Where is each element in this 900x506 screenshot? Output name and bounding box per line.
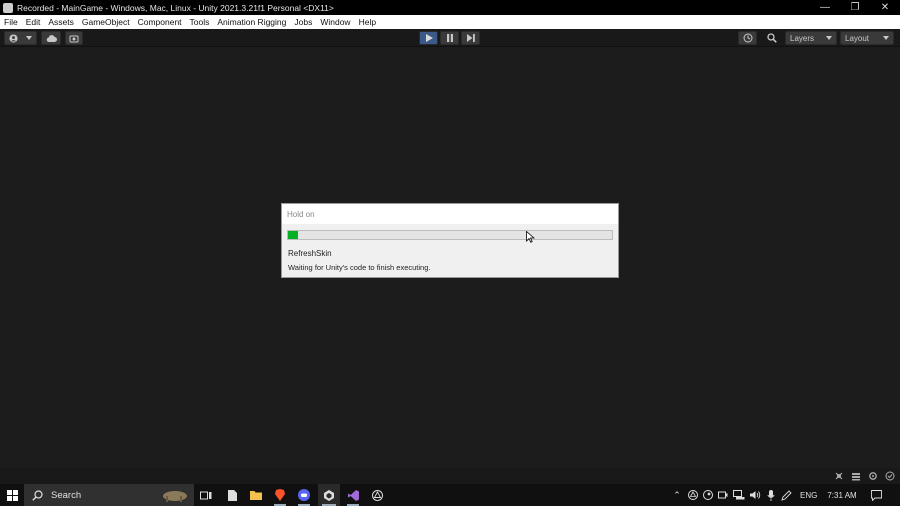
window-controls: — ❐ ✕ — [810, 0, 900, 15]
menu-bar: File Edit Assets GameObject Component To… — [0, 15, 900, 29]
layers-label: Layers — [790, 33, 815, 43]
progress-bar — [287, 230, 613, 240]
taskbar-search[interactable]: Search — [24, 484, 194, 506]
layout-dropdown[interactable]: Layout — [840, 31, 894, 45]
step-icon — [466, 34, 475, 42]
layers-stack-icon[interactable] — [851, 471, 861, 481]
file-icon — [227, 489, 237, 501]
chevron-down-icon — [826, 36, 832, 40]
discord-icon — [298, 489, 310, 501]
restore-button[interactable]: ❐ — [840, 0, 870, 15]
menu-animation-rigging[interactable]: Animation Rigging — [213, 17, 290, 27]
menu-file[interactable]: File — [0, 17, 22, 27]
layout-label: Layout — [845, 33, 870, 43]
steam-tray-icon[interactable] — [703, 490, 713, 500]
taskbar-app-explorer[interactable] — [246, 484, 266, 506]
account-icon — [9, 33, 18, 43]
menu-tools[interactable]: Tools — [186, 17, 214, 27]
start-button[interactable] — [0, 484, 24, 506]
task-view-button[interactable] — [196, 484, 216, 506]
taskbar-app-notepad[interactable] — [222, 484, 242, 506]
menu-edit[interactable]: Edit — [22, 17, 45, 27]
pause-icon — [446, 34, 453, 42]
visual-studio-icon — [347, 489, 359, 501]
step-button[interactable] — [461, 31, 480, 45]
search-icon — [32, 489, 43, 501]
microphone-icon[interactable] — [767, 489, 775, 501]
dialog-title: Hold on — [282, 204, 618, 224]
menu-window[interactable]: Window — [316, 17, 354, 27]
unity-hub-icon — [324, 489, 334, 501]
debug-icon[interactable] — [834, 471, 844, 481]
editor-toolbar: Layers Layout — [0, 29, 900, 47]
mouse-cursor-icon — [526, 231, 535, 243]
play-button[interactable] — [419, 31, 438, 45]
input-language[interactable]: ENG — [800, 491, 817, 500]
windows-logo-icon — [6, 489, 18, 501]
pen-tray-icon[interactable] — [781, 489, 792, 501]
windows-taskbar: Search ⌃ ENG 7:31 AM — [0, 484, 900, 506]
play-icon — [425, 34, 433, 42]
history-button[interactable] — [738, 31, 757, 45]
progress-dialog: Hold on RefreshSkin Waiting for Unity's … — [281, 203, 619, 278]
camera-tray-icon[interactable] — [718, 490, 728, 500]
cloud-icon — [46, 35, 57, 42]
taskbar-app-discord[interactable] — [294, 484, 314, 506]
search-button[interactable] — [762, 31, 781, 45]
account-dropdown[interactable] — [4, 31, 37, 45]
progress-spinner-icon[interactable] — [885, 471, 895, 481]
system-tray: ⌃ ENG 7:31 AM — [670, 484, 882, 506]
volume-icon[interactable] — [750, 490, 761, 500]
menu-jobs[interactable]: Jobs — [290, 17, 316, 27]
pause-button[interactable] — [440, 31, 459, 45]
unity-logo-icon — [3, 2, 13, 13]
menu-help[interactable]: Help — [355, 17, 380, 27]
window-titlebar: Recorded - MainGame - Windows, Mac, Linu… — [0, 0, 900, 15]
cloud-button[interactable] — [41, 31, 61, 45]
settings-icon[interactable] — [868, 471, 878, 481]
search-placeholder: Search — [51, 489, 82, 501]
dialog-status-text: Waiting for Unity's code to finish execu… — [288, 263, 431, 272]
search-highlight-image-icon — [163, 491, 187, 502]
folder-icon — [250, 491, 262, 500]
layers-dropdown[interactable]: Layers — [785, 31, 837, 45]
dialog-task-name: RefreshSkin — [288, 249, 332, 258]
window-title: Recorded - MainGame - Windows, Mac, Linu… — [17, 2, 334, 13]
menu-gameobject[interactable]: GameObject — [78, 17, 134, 27]
collab-button[interactable] — [65, 31, 83, 45]
history-icon — [743, 33, 752, 43]
search-icon — [766, 33, 777, 43]
taskbar-app-unity[interactable] — [318, 484, 340, 506]
close-button[interactable]: ✕ — [870, 0, 900, 15]
taskbar-app-brave[interactable] — [270, 484, 290, 506]
task-view-icon — [200, 491, 212, 499]
unity-tray-icon[interactable] — [688, 490, 698, 500]
minimize-button[interactable]: — — [810, 0, 840, 15]
taskbar-app-visual-studio[interactable] — [343, 484, 363, 506]
clock-time[interactable]: 7:31 AM — [827, 491, 856, 500]
unity-icon — [371, 489, 383, 501]
notification-center-icon[interactable] — [870, 489, 882, 501]
collab-icon — [69, 35, 79, 42]
taskbar-app-unity-editor[interactable] — [367, 484, 387, 506]
menu-component[interactable]: Component — [134, 17, 186, 27]
progress-fill — [288, 231, 298, 239]
editor-statusbar — [0, 468, 900, 484]
chevron-down-icon — [26, 36, 32, 40]
chevron-down-icon — [883, 36, 889, 40]
brave-browser-icon — [275, 489, 285, 501]
network-icon[interactable] — [733, 490, 745, 500]
menu-assets[interactable]: Assets — [44, 17, 78, 27]
show-hidden-icons-chevron-up-icon[interactable]: ⌃ — [670, 490, 684, 501]
